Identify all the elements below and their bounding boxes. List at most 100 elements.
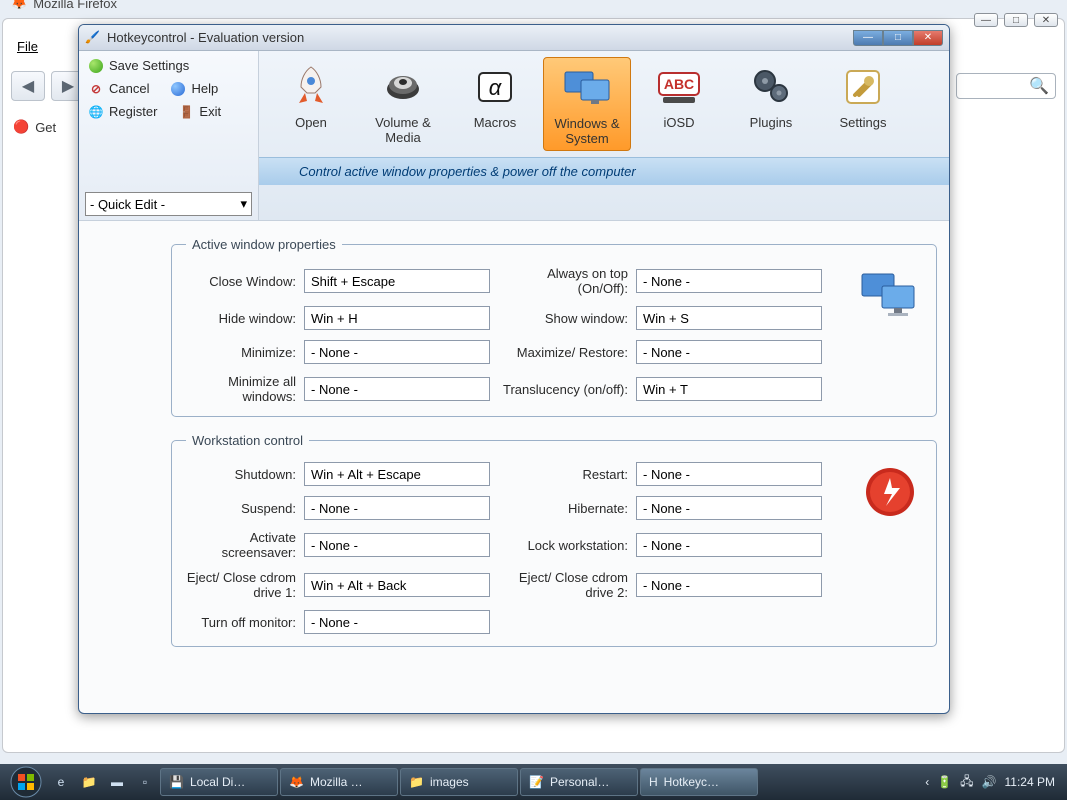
input-always-top[interactable] xyxy=(636,269,822,293)
tab-icon: 🔴 xyxy=(13,119,29,135)
input-close-window[interactable] xyxy=(304,269,490,293)
label-restart: Restart: xyxy=(498,467,628,482)
dialog-title: Hotkeycontrol - Evaluation version xyxy=(107,30,304,45)
firefox-icon: 🦊 xyxy=(289,775,304,789)
input-shutdown[interactable] xyxy=(304,462,490,486)
label-hide-window: Hide window: xyxy=(186,311,296,326)
tray-chevron-icon[interactable]: ‹ xyxy=(925,775,929,789)
input-hide-window[interactable] xyxy=(304,306,490,330)
quick-windows-icon[interactable]: ▬ xyxy=(104,769,130,795)
quick-folder-icon[interactable]: 📁 xyxy=(76,769,102,795)
input-translucency[interactable] xyxy=(636,377,822,401)
search-box[interactable]: 🔍 xyxy=(956,73,1056,99)
firefox-minimize-button[interactable]: — xyxy=(974,13,998,27)
firefox-tab[interactable]: 🔴 Get xyxy=(13,119,56,135)
firefox-title: Mozilla Firefox xyxy=(33,0,117,11)
firefox-close-button[interactable]: ✕ xyxy=(1034,13,1058,27)
input-minimize-all[interactable] xyxy=(304,377,490,401)
help-icon xyxy=(171,82,185,96)
maximize-button[interactable]: □ xyxy=(883,30,913,46)
task-hotkeycontrol[interactable]: HHotkeyc… xyxy=(640,768,758,796)
quick-app-icon[interactable]: ▫ xyxy=(132,769,158,795)
monitors-icon xyxy=(559,62,615,114)
help-button[interactable]: Help xyxy=(167,78,222,99)
svg-text:ABC: ABC xyxy=(664,76,694,92)
register-button[interactable]: 🌐 Register xyxy=(85,101,161,122)
task-images[interactable]: 📁images xyxy=(400,768,518,796)
tool-settings[interactable]: Settings xyxy=(819,57,907,134)
label-screensaver: Activate screensaver: xyxy=(186,530,296,560)
label-eject1: Eject/ Close cdrom drive 1: xyxy=(186,570,296,600)
quick-edit-dropdown[interactable]: - Quick Edit - ▾ xyxy=(85,192,252,216)
hotkeycontrol-window: 🖌️ Hotkeycontrol - Evaluation version — … xyxy=(78,24,950,714)
task-personal[interactable]: 📝Personal… xyxy=(520,768,638,796)
close-button[interactable]: ✕ xyxy=(913,30,943,46)
input-minimize[interactable] xyxy=(304,340,490,364)
firefox-window-controls: — □ ✕ xyxy=(974,13,1058,27)
main-toolbar: Open Volume & Media α Macros xyxy=(259,51,949,220)
save-settings-button[interactable]: Save Settings xyxy=(85,55,252,76)
firefox-menubar: File xyxy=(17,39,38,54)
firefox-maximize-button[interactable]: □ xyxy=(1004,13,1028,27)
start-button[interactable] xyxy=(6,766,46,798)
folder-icon: 💾 xyxy=(169,775,184,789)
tool-plugins[interactable]: Plugins xyxy=(727,57,815,134)
dialog-titlebar[interactable]: 🖌️ Hotkeycontrol - Evaluation version — … xyxy=(79,25,949,51)
input-eject1[interactable] xyxy=(304,573,490,597)
cancel-button[interactable]: ⊘ Cancel xyxy=(85,78,153,99)
menu-file[interactable]: File xyxy=(17,39,38,54)
input-monitor[interactable] xyxy=(304,610,490,634)
tool-open[interactable]: Open xyxy=(267,57,355,134)
tray-network-icon[interactable]: 🖧 xyxy=(960,772,973,793)
quick-ie-icon[interactable]: e xyxy=(48,769,74,795)
label-close-window: Close Window: xyxy=(186,274,296,289)
folder-icon: 📁 xyxy=(409,775,424,789)
system-tray: ‹ 🔋 🖧 🔊 11:24 PM xyxy=(925,772,1061,793)
label-always-top: Always on top (On/Off): xyxy=(498,266,628,296)
input-hibernate[interactable] xyxy=(636,496,822,520)
label-max-restore: Maximize/ Restore: xyxy=(498,345,628,360)
nav-back-button[interactable]: ◀ xyxy=(11,71,45,101)
taskbar: e 📁 ▬ ▫ 💾Local Di… 🦊Mozilla … 📁images 📝P… xyxy=(0,764,1067,800)
label-hibernate: Hibernate: xyxy=(498,501,628,516)
task-mozilla[interactable]: 🦊Mozilla … xyxy=(280,768,398,796)
monitors-icon xyxy=(858,268,918,324)
label-translucency: Translucency (on/off): xyxy=(498,382,628,397)
app-icon: 📝 xyxy=(529,775,544,789)
tray-battery-icon[interactable]: 🔋 xyxy=(937,775,952,789)
input-restart[interactable] xyxy=(636,462,822,486)
svg-text:α: α xyxy=(489,75,503,100)
left-command-panel: Save Settings ⊘ Cancel Help 🌐 Register xyxy=(79,51,259,220)
chevron-down-icon: ▾ xyxy=(240,196,247,212)
legend-active: Active window properties xyxy=(186,237,342,252)
tray-volume-icon[interactable]: 🔊 xyxy=(982,775,997,789)
input-show-window[interactable] xyxy=(636,306,822,330)
firefox-icon: 🦊 xyxy=(11,0,27,11)
toolbar-description: Control active window properties & power… xyxy=(259,157,949,185)
exit-button[interactable]: 🚪 Exit xyxy=(175,101,225,122)
tools-icon xyxy=(835,61,891,113)
tool-volume-media[interactable]: Volume & Media xyxy=(359,57,447,149)
input-eject2[interactable] xyxy=(636,573,822,597)
cancel-icon: ⊘ xyxy=(89,82,103,96)
minimize-button[interactable]: — xyxy=(853,30,883,46)
gears-icon xyxy=(743,61,799,113)
tool-macros[interactable]: α Macros xyxy=(451,57,539,134)
task-local-disk[interactable]: 💾Local Di… xyxy=(160,768,278,796)
group-workstation: Workstation control Shutdown: Restart: S… xyxy=(171,433,937,647)
tab-label: Get xyxy=(35,120,56,135)
abc-icon: ABC xyxy=(651,61,707,113)
input-lock[interactable] xyxy=(636,533,822,557)
power-key-icon xyxy=(862,464,918,520)
alpha-icon: α xyxy=(467,61,523,113)
tool-windows-system[interactable]: Windows & System xyxy=(543,57,631,151)
input-screensaver[interactable] xyxy=(304,533,490,557)
tray-clock[interactable]: 11:24 PM xyxy=(1005,775,1055,789)
input-max-restore[interactable] xyxy=(636,340,822,364)
label-lock: Lock workstation: xyxy=(498,538,628,553)
label-show-window: Show window: xyxy=(498,311,628,326)
input-suspend[interactable] xyxy=(304,496,490,520)
app-icon: 🖌️ xyxy=(85,30,101,46)
speaker-icon xyxy=(375,61,431,113)
tool-iosd[interactable]: ABC iOSD xyxy=(635,57,723,134)
